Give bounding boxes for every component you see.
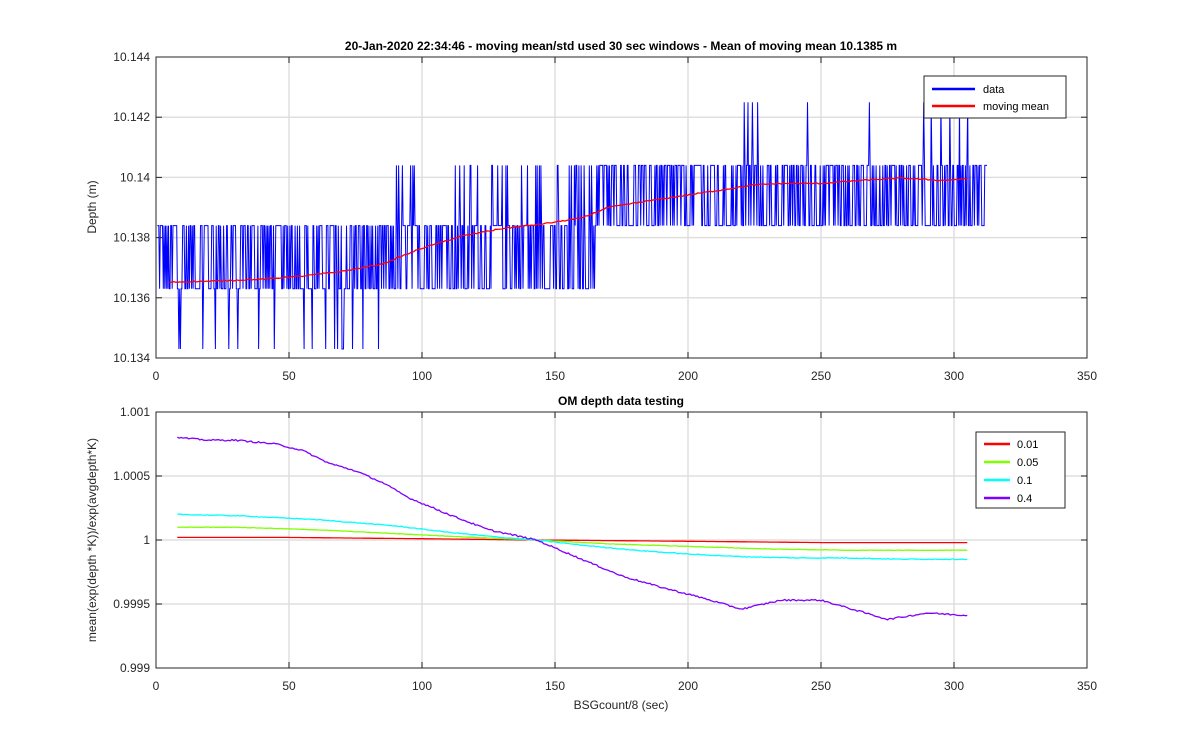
figure: 0 50 100 150 200 250 300 350 10.13410.13610.138… — [85, 39, 1097, 712]
depth-axes: 0 50 100 150 200 250 300 350 10.134 10.136 10.138… — [85, 39, 1097, 383]
om-x-axis-label: BSGcount/8 (sec) — [574, 698, 669, 712]
depth-y-axis-label: Depth (m) — [85, 180, 99, 233]
om-y-axis-label: mean(exp(depth *K))/exp(avgdepth*K) — [85, 438, 99, 642]
om-chart-title: OM depth data testing — [558, 394, 684, 408]
om-legend-label-0.4: 0.4 — [1017, 493, 1032, 505]
om-x-tick-label: 350 — [1077, 679, 1097, 693]
depth-x-tick-label: 300 — [944, 369, 964, 383]
depth-chart-title: 20-Jan-2020 22:34:46 - moving mean/std u… — [345, 39, 897, 53]
depth-legend-label-data: data — [983, 84, 1005, 96]
depth-legend-label-moving-mean: moving mean — [983, 101, 1049, 113]
om-x-tick-label: 200 — [678, 679, 698, 693]
om-legend-label-0.1: 0.1 — [1017, 475, 1032, 487]
om-test-axes: 0 50 100 150 200 250 300 350 0.999 0.9995 1 1.0005… — [85, 394, 1097, 712]
om-x-tick-label: 250 — [811, 679, 831, 693]
om-y-tick-label: 1.001 — [120, 405, 150, 419]
om-legend: 0.01 0.05 0.1 0.4 — [975, 431, 1066, 509]
om-legend-label-0.05: 0.05 — [1017, 457, 1038, 469]
om-y-tick-label: 0.9995 — [113, 597, 150, 611]
om-y-tick-label: 1 — [143, 533, 150, 547]
depth-x-tick-label: 0 — [153, 369, 160, 383]
depth-y-tick-label: 10.144 — [113, 50, 150, 64]
depth-x-tick-label: 50 — [282, 369, 296, 383]
depth-x-tick-label: 100 — [412, 369, 432, 383]
depth-x-tick-label: 350 — [1077, 369, 1097, 383]
depth-y-tick-label: 10.142 — [113, 110, 150, 124]
om-x-tick-label: 50 — [282, 679, 296, 693]
depth-y-tick-label: 10.14 — [120, 170, 150, 184]
depth-x-tick-label: 200 — [678, 369, 698, 383]
om-x-tick-label: 300 — [944, 679, 964, 693]
depth-x-tick-label: 150 — [545, 369, 565, 383]
depth-legend: data moving mean — [923, 75, 1067, 119]
depth-x-tick-label: 250 — [811, 369, 831, 383]
depth-y-tick-label: 10.138 — [113, 231, 150, 245]
om-y-tick-label: 1.0005 — [113, 469, 150, 483]
om-x-tick-label: 150 — [545, 679, 565, 693]
depth-y-tick-label: 10.134 — [113, 351, 150, 365]
depth-y-tick-label: 10.136 — [113, 291, 150, 305]
om-x-tick-label: 0 — [153, 679, 160, 693]
om-y-tick-label: 0.999 — [120, 661, 150, 675]
om-legend-label-0.01: 0.01 — [1017, 439, 1038, 451]
om-x-tick-label: 100 — [412, 679, 432, 693]
